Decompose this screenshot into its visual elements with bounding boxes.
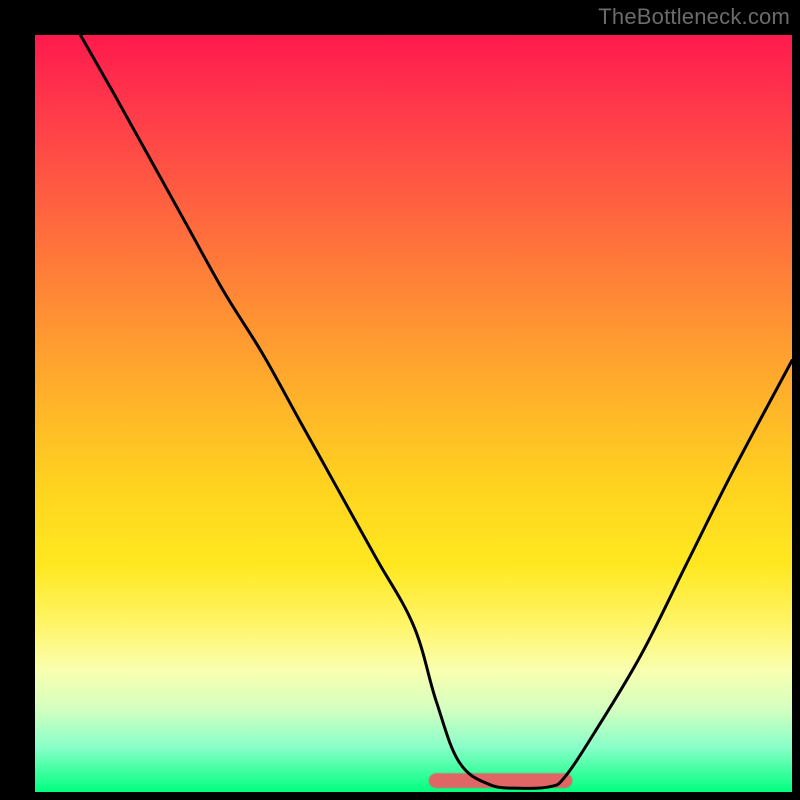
watermark-text: TheBottleneck.com [598, 4, 790, 30]
bottleneck-curve [80, 35, 792, 788]
chart-overlay [0, 0, 800, 800]
chart-frame: TheBottleneck.com [0, 0, 800, 800]
